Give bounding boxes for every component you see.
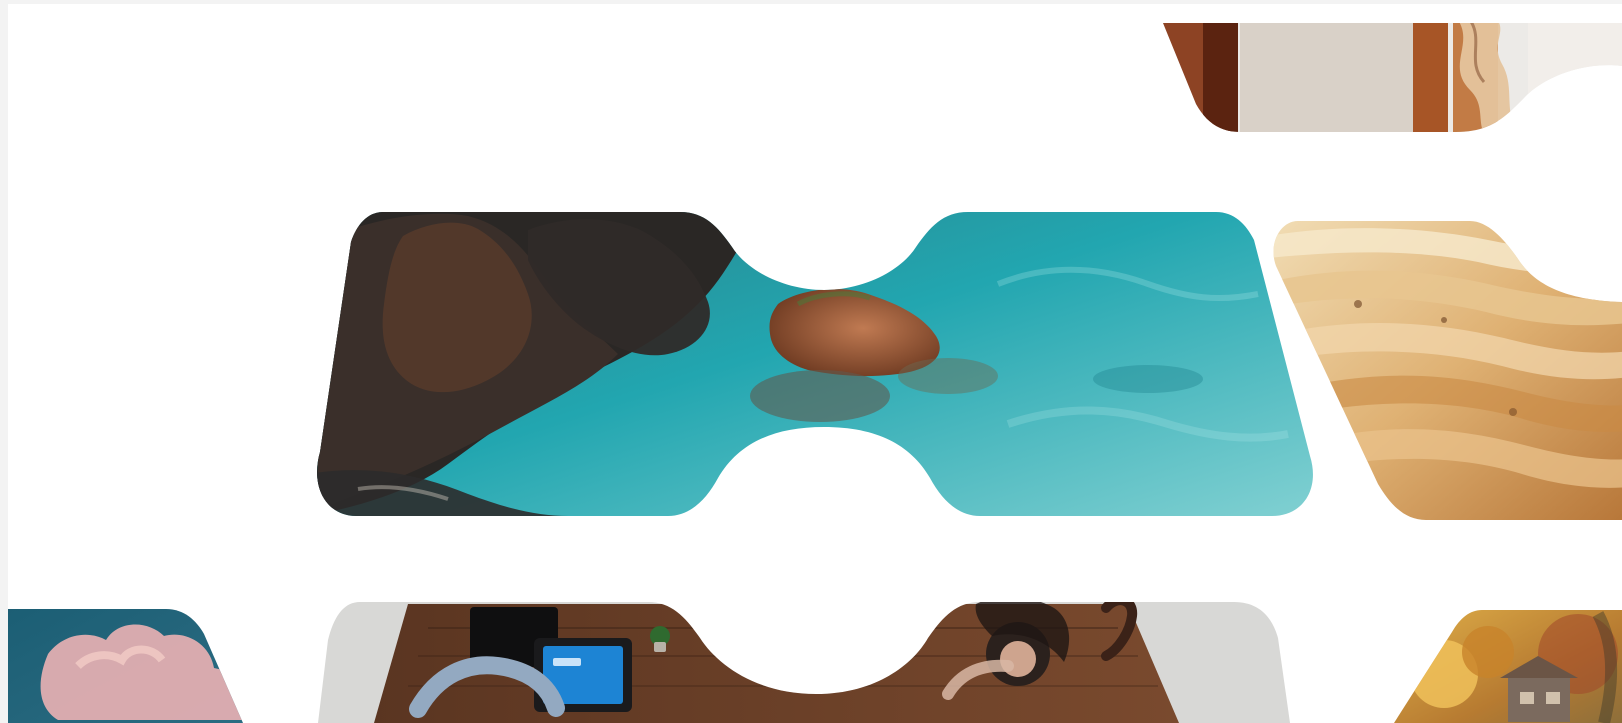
photo-tile-autumn-village[interactable] bbox=[1388, 604, 1622, 723]
photo-tile-team-desk[interactable] bbox=[308, 594, 1308, 723]
gallery-tiles bbox=[8, 18, 1622, 723]
photo-tile-sky-clouds[interactable] bbox=[8, 604, 268, 723]
photo-tile-pastry-layers[interactable] bbox=[1258, 214, 1622, 534]
image-gallery-canvas bbox=[8, 4, 1622, 723]
photo-tile-fiber-detail[interactable] bbox=[1158, 18, 1622, 138]
photo-tile-coastal-rocks[interactable] bbox=[308, 204, 1328, 534]
